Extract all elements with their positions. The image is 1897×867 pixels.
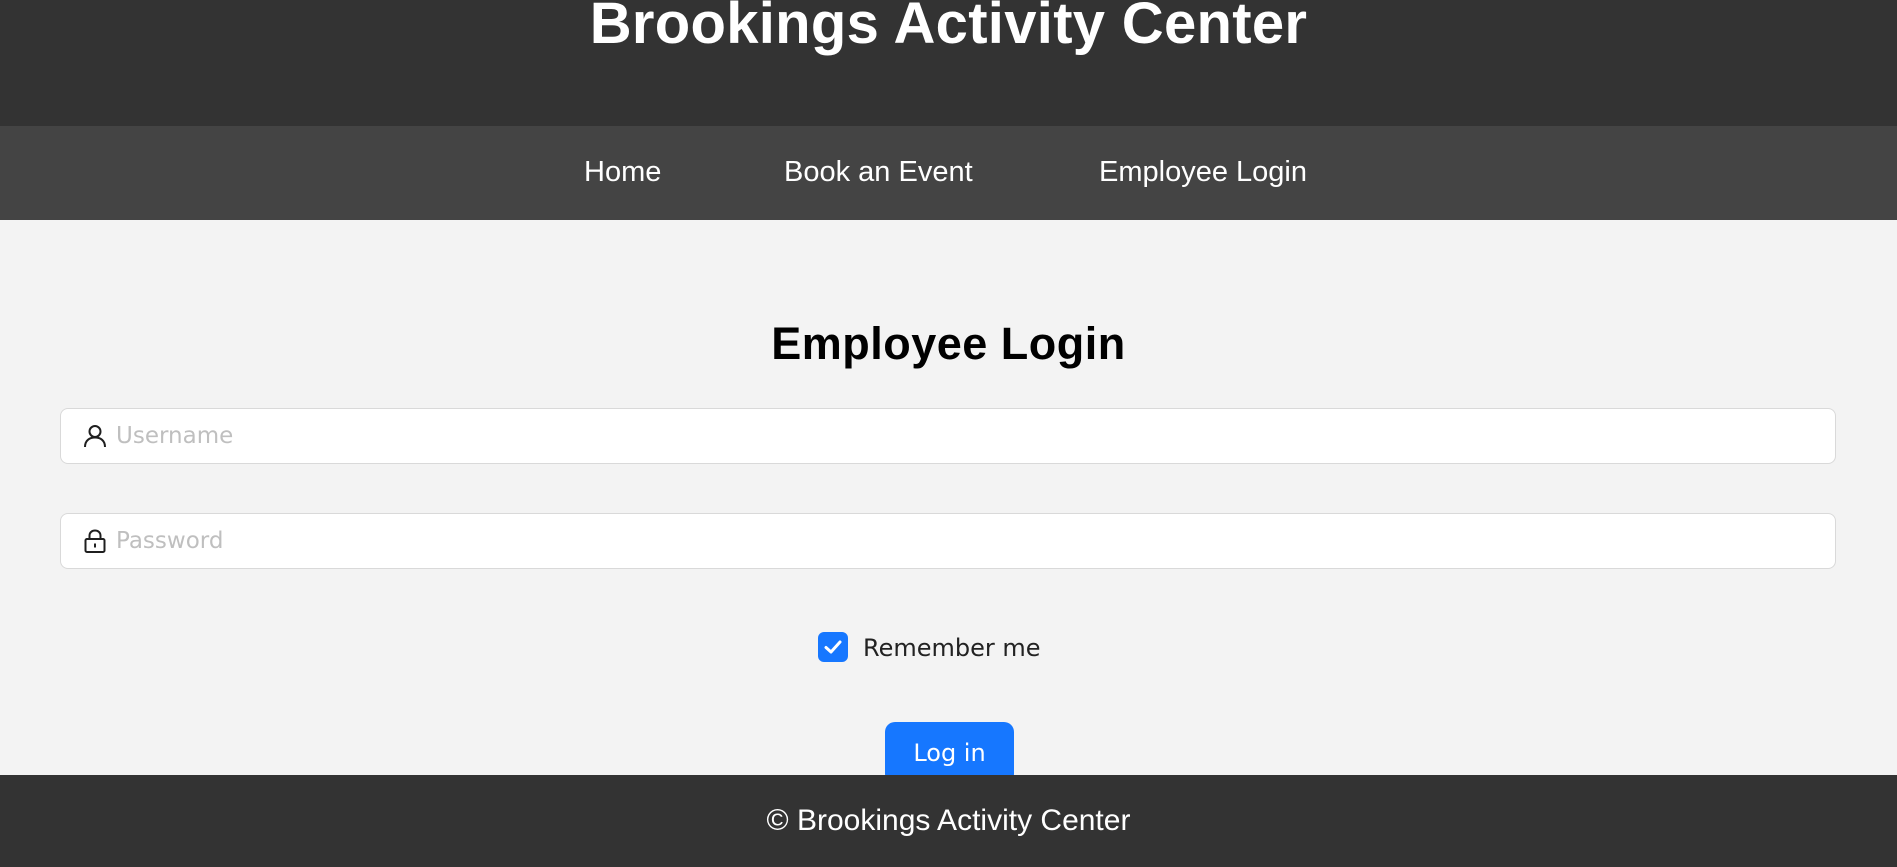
site-footer: © Brookings Activity Center bbox=[0, 775, 1897, 867]
lock-icon bbox=[82, 528, 108, 554]
footer-copyright: © Brookings Activity Center bbox=[766, 804, 1131, 837]
user-icon bbox=[82, 423, 108, 449]
site-header: Brookings Activity Center bbox=[0, 0, 1897, 126]
password-field[interactable] bbox=[60, 513, 1836, 569]
main-nav: Home Book an Event Employee Login bbox=[0, 126, 1897, 220]
remember-label: Remember me bbox=[863, 634, 1041, 662]
username-field[interactable] bbox=[60, 408, 1836, 464]
password-input[interactable] bbox=[116, 514, 1816, 568]
username-input[interactable] bbox=[116, 409, 1816, 463]
remember-checkbox[interactable] bbox=[818, 632, 848, 662]
nav-item-employee-login[interactable]: Employee Login bbox=[1099, 154, 1307, 190]
nav-item-book-event[interactable]: Book an Event bbox=[784, 154, 973, 190]
site-title: Brookings Activity Center bbox=[589, 0, 1308, 56]
nav-item-home[interactable]: Home bbox=[584, 154, 661, 190]
page-title: Employee Login bbox=[771, 318, 1126, 369]
